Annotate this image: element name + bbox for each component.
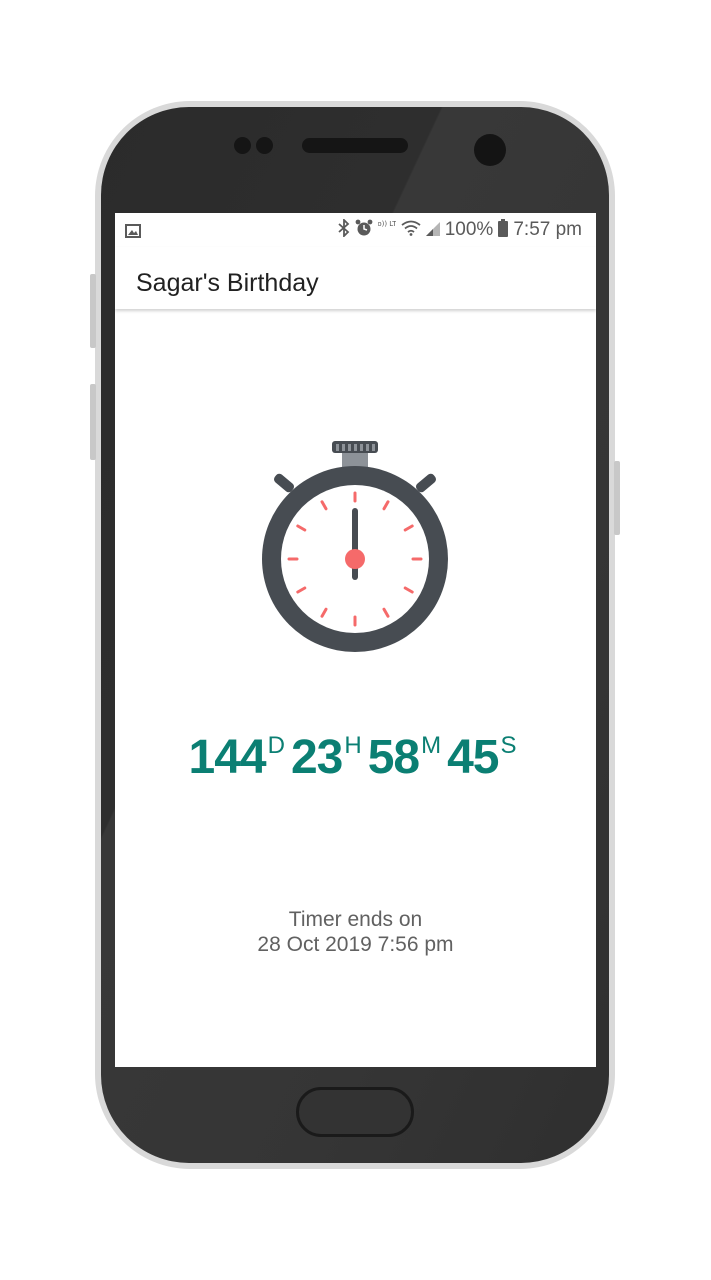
proximity-sensor (234, 137, 251, 154)
countdown-seconds: 45 (447, 731, 499, 784)
timer-ends-datetime: 28 Oct 2019 7:56 pm (257, 933, 454, 956)
status-bar: Vo)) LTE 100% (115, 213, 596, 247)
battery-percent: 100% (444, 219, 494, 240)
status-icons: Vo)) LTE 100% (338, 217, 582, 242)
countdown-days: 144 (188, 731, 267, 784)
light-sensor (256, 137, 273, 154)
volte-icon: Vo)) LTE (373, 218, 401, 242)
earpiece-speaker (302, 138, 408, 153)
countdown-seconds-unit: S (500, 732, 517, 759)
svg-text:Vo)) LTE: Vo)) LTE (378, 220, 396, 228)
wifi-icon (401, 220, 421, 240)
timer-ends-label: Timer ends on (288, 908, 423, 931)
volume-up-button (90, 274, 96, 348)
status-time: 7:57 pm (513, 219, 582, 240)
countdown-days-unit: D (267, 732, 285, 759)
app-title: Sagar's Birthday (136, 269, 319, 297)
bluetooth-icon (338, 217, 350, 241)
image-icon (125, 222, 141, 244)
battery-icon (498, 219, 509, 241)
alarm-icon (355, 219, 373, 241)
app-bar: Sagar's Birthday (115, 247, 596, 309)
countdown-minutes: 58 (367, 731, 420, 784)
screen: Vo)) LTE 100% (115, 213, 596, 1067)
power-button (614, 461, 620, 535)
signal-icon (425, 220, 440, 240)
countdown-minutes-unit: M (421, 732, 442, 759)
home-button[interactable] (296, 1087, 414, 1137)
volume-down-button (90, 384, 96, 460)
stopwatch-icon (260, 439, 450, 655)
front-camera (474, 134, 506, 166)
countdown-hours-unit: H (344, 732, 362, 759)
countdown-display: 144D 23H 58M 45S (115, 730, 596, 785)
countdown-hours: 23 (290, 731, 343, 784)
